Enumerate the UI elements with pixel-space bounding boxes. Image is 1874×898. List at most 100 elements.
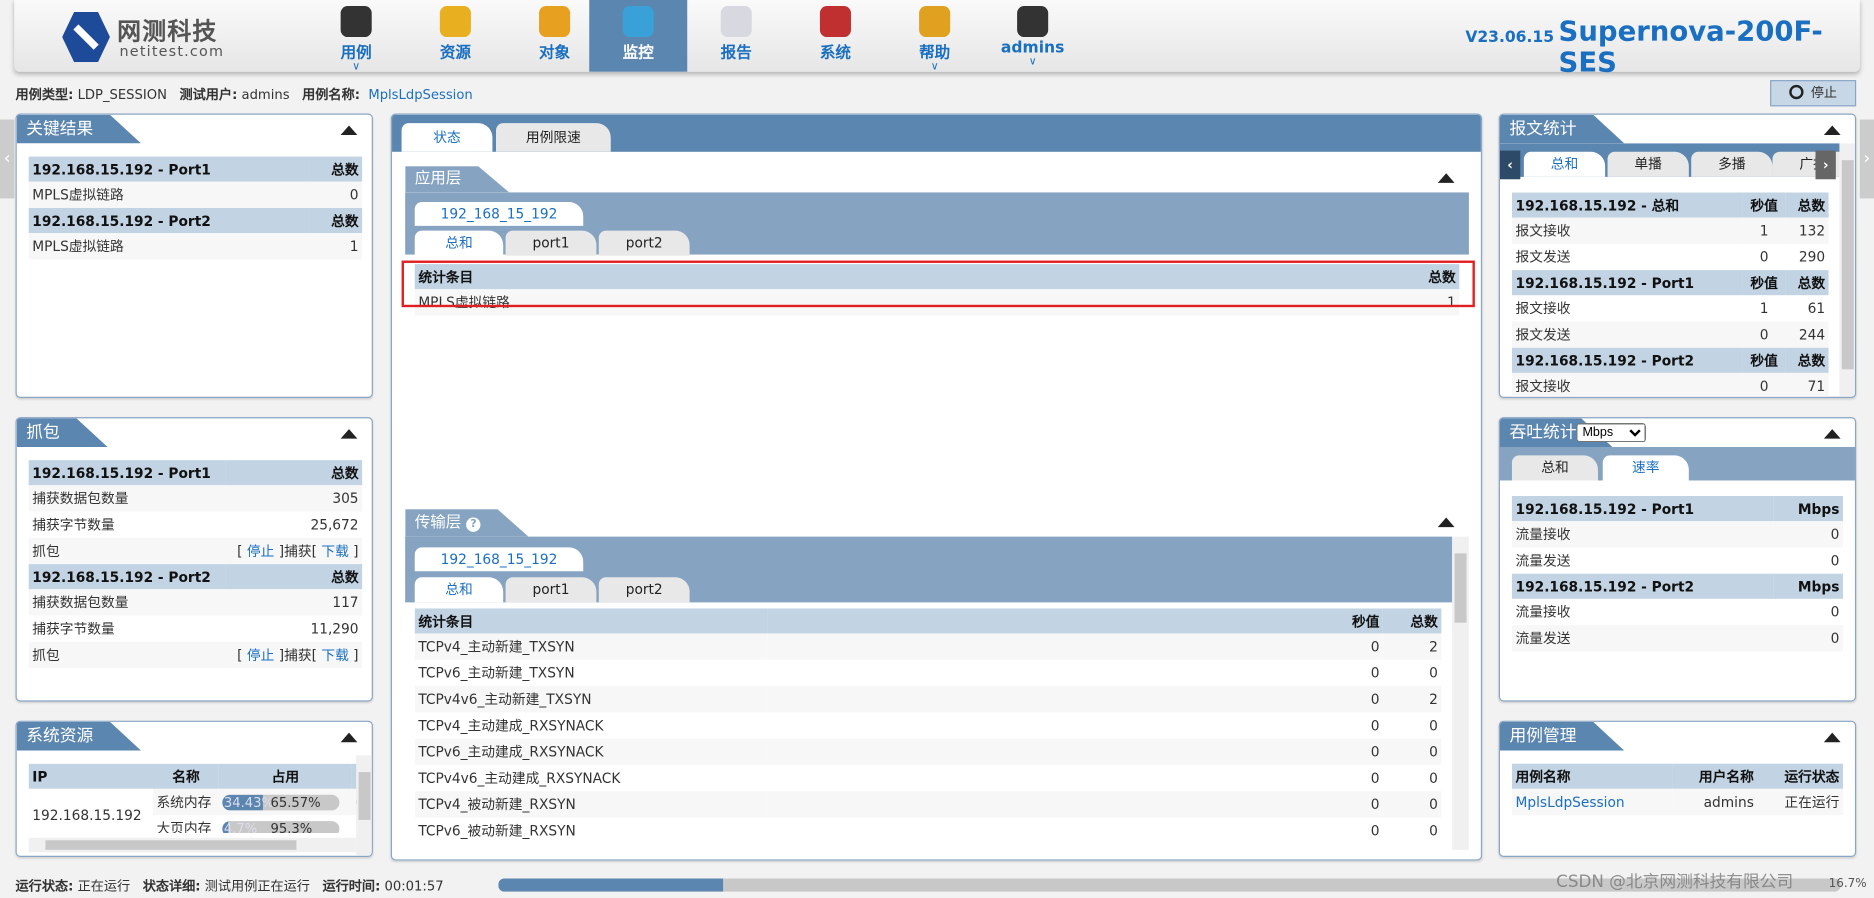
column-header: 总数 [1785,347,1829,373]
download-link[interactable]: 下载 [321,647,348,664]
column-header: 192.168.15.192 - Port1 [28,460,226,486]
stop-button[interactable]: 停止 [1770,80,1857,107]
table-cell: 捕获数据包数量 [28,589,226,616]
panel-title: 用例管理 [1500,722,1624,751]
table-cell: TCPv4_主动建成_RXSYNACK [418,717,604,734]
table-cell: 流量接收 [1511,521,1775,548]
column-header: 名称 [152,763,220,789]
column-header: 秒值 [1742,192,1786,218]
type-label: 用例类型: [15,87,74,103]
tab-host[interactable]: 192_168_15_192 [414,201,584,226]
nav-3[interactable]: 监控 [589,0,688,72]
table-cell: 流量发送 [1515,552,1571,569]
capture-actions: [ 停止 ]捕获[ 下载 ] [225,537,363,565]
scroll-right-arrow[interactable]: › [1859,119,1874,199]
table-header-row: 用例名称 用户名称 运行状态 [1511,763,1843,789]
column-header: 统计条目 [414,608,768,634]
question-circle-icon[interactable]: ? [466,518,480,532]
horizontal-scrollbar[interactable] [28,837,357,853]
magnifier-globe-icon [622,5,654,38]
tabs-prev-icon[interactable]: ‹ [1499,150,1521,180]
column-header: 192.168.15.192 - Port2 [1511,573,1775,599]
scroll-left-arrow[interactable]: ‹ [0,119,15,199]
table-header-row: IP 名称 占用 [28,763,358,789]
table-row: 192.168.15.192系统内存34.43%65.57%639 [28,788,358,834]
packet-stats-panel: 报文统计 总和 单播 多播 广播 ‹ › 192.168.15.192 - 总和 秒值总… [1498,113,1857,399]
table-cell: 抓包 [28,537,226,565]
column-header: 总数 [309,156,363,182]
tabs-next-icon[interactable]: › [1815,150,1836,180]
column-header: 192.168.15.192 - Port1 [1511,270,1743,296]
case-name-link[interactable]: MplsLdpSession [368,87,472,103]
app-tab-2[interactable]: port2 [598,230,690,256]
vertical-scrollbar[interactable] [1839,143,1855,397]
table-cell: TCPv4_主动新建_TXSYN [414,633,768,660]
unit-select[interactable]: Mbps [1576,423,1646,443]
collapse-icon[interactable] [340,429,358,439]
nav-7[interactable]: admins ∨ [984,0,1082,72]
table-cell: 0 [767,686,1384,713]
table-cell: 大页内存 [156,819,212,834]
column-header: 192.168.15.192 - Port2 [28,207,310,234]
usage-bar: 4.7% 95.3% [222,820,340,834]
collapse-icon[interactable] [340,732,358,743]
table-cell: 0 [1383,791,1442,818]
table-row: 报文接收 0 71 [1511,372,1829,397]
vertical-scrollbar[interactable] [356,755,372,856]
table-cell: 244 [1785,321,1829,348]
column-header: 总数 [1383,608,1442,634]
run-time: 00:01:57 [384,878,444,895]
column-header: 总数 [1785,192,1829,218]
nav-6[interactable]: 帮助 ∨ [886,0,984,72]
table-row: MPLS虚拟链路 1 [28,233,363,260]
status-panel: 状态 用例限速 应用层 192_168_15_192 总和 port1 port2 … [390,113,1483,861]
transport-tab-2[interactable]: port2 [598,577,690,603]
nav-5[interactable]: 系统 [786,0,884,72]
vertical-scrollbar[interactable] [1452,536,1469,850]
transport-tab-1[interactable]: port1 [505,577,597,603]
throughput-tab-1[interactable]: 速率 [1602,455,1689,481]
tab-status[interactable]: 状态 [401,123,493,152]
case-link[interactable]: MplsLdpSession [1511,788,1672,816]
packet-tab-0[interactable]: 总和 [1523,151,1606,177]
table-cell: 0 [1370,822,1380,840]
app-tab-0[interactable]: 总和 [414,230,504,256]
table-cell: 报文接收 [1511,217,1743,244]
transport-tab-0[interactable]: 总和 [414,577,504,603]
usage-cell: 4.7% 95.3% [219,815,351,834]
tab-host[interactable]: 192_168_15_192 [414,547,584,572]
table-cell: 流量接收 [1515,603,1571,621]
column-header: 用户名称 [1671,763,1758,789]
user-label: 测试用户: [179,87,238,103]
column-header: 用例名称 [1511,763,1672,789]
table-row: 流量发送 0 [1511,625,1843,652]
stop-capture-link[interactable]: 停止 [247,543,274,560]
collapse-icon[interactable] [1823,125,1841,136]
table-row: 报文接收 1 132 [1511,217,1829,244]
table-row: TCPv4_被动新建_RXSYN 0 0 [414,791,1442,818]
nav-0[interactable]: 用例 ∨ [307,0,405,72]
throughput-tab-0[interactable]: 总和 [1511,455,1598,481]
table-row: 捕获数据包数量 117 [28,589,363,616]
column-header: 总数 [309,207,363,234]
stop-circle-icon [1789,84,1804,100]
column-header: 总数 [1785,270,1829,296]
logo: 网测科技 netitest.com [62,10,265,63]
collapse-icon[interactable] [340,125,358,136]
table-cell: 132 [1785,217,1829,244]
download-link[interactable]: 下载 [321,543,348,560]
collapse-icon[interactable] [1437,517,1455,528]
status-bar: 运行状态: 正在运行 状态详细: 测试用例正在运行 运行时间: 00:01:57 [15,878,444,895]
table-header-row: 192.168.15.192 - Port1 Mbps [1511,496,1843,522]
table-header-row: 192.168.15.192 - Port1 秒值 总数 [1511,270,1829,296]
nav-4[interactable]: 报告 [687,0,785,72]
tab-rate-limit[interactable]: 用例限速 [496,123,611,152]
collapse-icon[interactable] [1437,173,1455,183]
app-tab-1[interactable]: port1 [505,230,597,256]
stop-capture-link[interactable]: 停止 [247,647,274,664]
packet-tab-2[interactable]: 多播 [1691,151,1773,177]
collapse-icon[interactable] [1823,732,1841,743]
packet-tab-1[interactable]: 单播 [1607,151,1689,177]
nav-1[interactable]: 资源 [406,0,504,72]
collapse-icon[interactable] [1823,429,1841,439]
